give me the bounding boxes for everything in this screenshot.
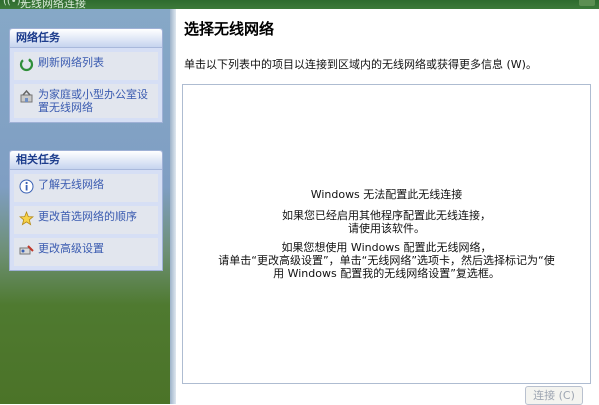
change-advanced-settings-label: 更改高级设置 <box>38 242 104 255</box>
wireless-network-list[interactable]: Windows 无法配置此无线连接 如果您已经启用其他程序配置此无线连接， 请使… <box>182 84 591 384</box>
network-tasks-header: 网络任务 <box>10 29 162 48</box>
setup-wireless-icon <box>19 89 34 104</box>
change-preferred-order-link[interactable]: 更改首选网络的顺序 <box>14 206 158 234</box>
main-pane: 选择无线网络 单击以下列表中的项目以连接到区域内的无线网络或获得更多信息 (W)… <box>176 9 599 405</box>
message-line-5: 请单击“更改高级设置”，单击“无线网络”选项卡，然后选择标记为“使 <box>218 254 555 267</box>
message-line-4: 如果您想使用 Windows 配置此无线网络， <box>281 241 492 254</box>
related-tasks-header: 相关任务 <box>10 151 162 170</box>
message-line-3: 请使用该软件。 <box>348 222 425 235</box>
window-title: 无线网络连接 <box>20 0 86 9</box>
settings-icon <box>19 243 34 258</box>
related-tasks-panel: 相关任务 了解无线网络 更改首选网络的顺序 更改高级设置 <box>9 150 163 271</box>
page-title: 选择无线网络 <box>184 20 275 38</box>
message-line-6: 用 Windows 配置我的无线网络设置”复选框。 <box>273 267 500 280</box>
title-bar: ((•)) 无线网络连接 <box>0 0 599 9</box>
network-tasks-panel: 网络任务 刷新网络列表 为家庭或小型办公室设置无线网络 <box>9 28 163 123</box>
task-sidebar: 网络任务 刷新网络列表 为家庭或小型办公室设置无线网络 相关任务 了解无线网络 <box>0 9 170 404</box>
change-preferred-order-label: 更改首选网络的顺序 <box>38 210 137 223</box>
close-button[interactable] <box>579 0 595 6</box>
page-instructions: 单击以下列表中的项目以连接到区域内的无线网络或获得更多信息 (W)。 <box>184 58 537 71</box>
star-icon <box>18 210 35 226</box>
info-icon <box>19 179 34 194</box>
refresh-icon <box>19 57 34 72</box>
message-line-1: Windows 无法配置此无线连接 <box>310 188 463 201</box>
connect-button[interactable]: 连接 (C) <box>525 386 583 405</box>
message-line-2: 如果您已经启用其他程序配置此无线连接， <box>282 209 491 222</box>
refresh-network-list-link[interactable]: 刷新网络列表 <box>14 52 158 80</box>
change-advanced-settings-link[interactable]: 更改高级设置 <box>14 238 158 266</box>
refresh-network-list-label: 刷新网络列表 <box>38 56 104 69</box>
learn-wireless-label: 了解无线网络 <box>38 178 104 191</box>
learn-wireless-link[interactable]: 了解无线网络 <box>14 174 158 202</box>
setup-wireless-network-label: 为家庭或小型办公室设置无线网络 <box>38 88 148 114</box>
setup-wireless-network-link[interactable]: 为家庭或小型办公室设置无线网络 <box>14 84 158 118</box>
